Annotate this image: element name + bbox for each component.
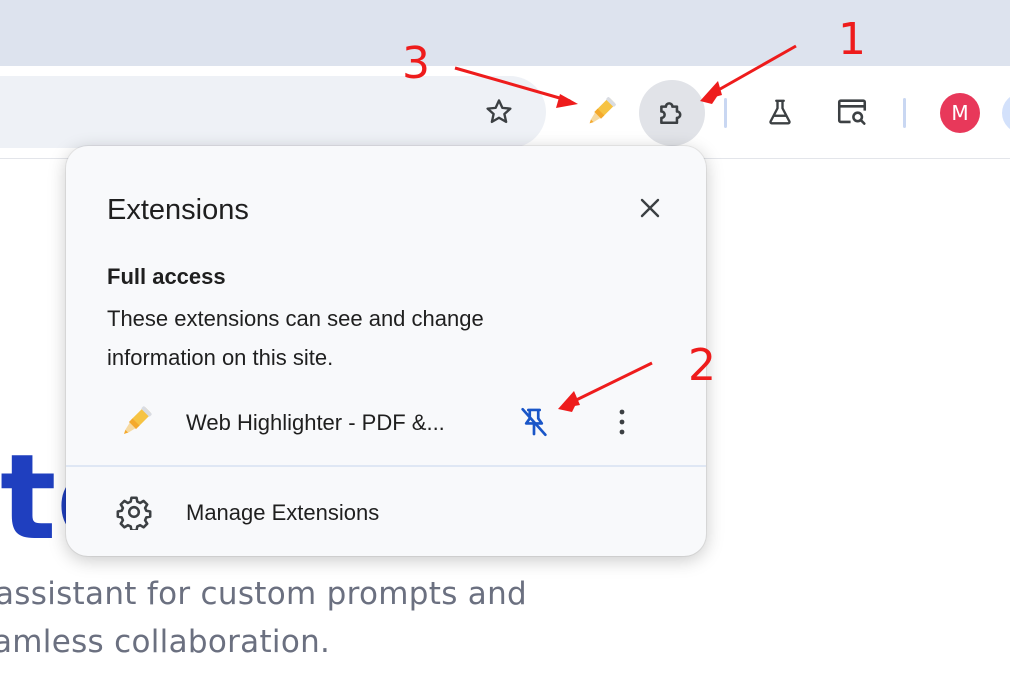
full-access-description: These extensions can see and change info…	[107, 306, 484, 370]
full-access-heading: Full access	[107, 264, 226, 289]
gear-icon	[116, 496, 152, 530]
star-outline-icon	[486, 99, 512, 124]
manage-extensions-label: Manage Extensions	[186, 500, 380, 525]
tagline-line: assistant for custom prompts and	[0, 576, 528, 612]
chrome-labs-button[interactable]	[750, 82, 810, 142]
side-panel-button[interactable]	[1002, 93, 1010, 133]
unpin-extension-button[interactable]	[514, 402, 554, 442]
toolbar-separator	[903, 98, 906, 128]
highlighter-pen-icon	[589, 97, 616, 124]
extensions-popup: Extensions Full access These extensions …	[66, 146, 706, 556]
extensions-menu-button[interactable]	[639, 80, 705, 146]
avatar-initial: M	[951, 101, 969, 125]
close-button[interactable]	[632, 190, 668, 226]
tab-search-button[interactable]	[822, 82, 882, 142]
highlighter-pen-icon	[123, 406, 152, 435]
tagline-line: amless collaboration.	[0, 624, 331, 660]
tab-strip	[0, 0, 1010, 66]
flask-icon	[769, 99, 791, 125]
extension-more-options-button[interactable]	[602, 402, 642, 442]
popup-title: Extensions	[107, 194, 249, 226]
profile-avatar-button[interactable]: M	[940, 93, 980, 133]
bookmark-star-button[interactable]	[469, 82, 529, 142]
pinned-highlighter-extension-button[interactable]	[571, 82, 631, 142]
extension-name: Web Highlighter - PDF &...	[186, 410, 445, 435]
extension-row[interactable]: Web Highlighter - PDF &...	[66, 390, 706, 454]
unpin-icon	[521, 407, 547, 437]
popup-divider	[66, 465, 706, 467]
puzzle-piece-icon	[660, 102, 682, 125]
hero-tagline: assistant for custom prompts and amless …	[0, 570, 600, 666]
close-icon	[640, 198, 660, 218]
more-vert-icon	[619, 409, 625, 435]
toolbar-separator	[724, 98, 727, 128]
manage-extensions-button[interactable]: Manage Extensions	[66, 484, 706, 540]
address-bar[interactable]	[0, 76, 546, 148]
browser-window: M te assistant for custom prompts and am…	[0, 0, 1010, 676]
tab-search-icon	[837, 99, 867, 125]
